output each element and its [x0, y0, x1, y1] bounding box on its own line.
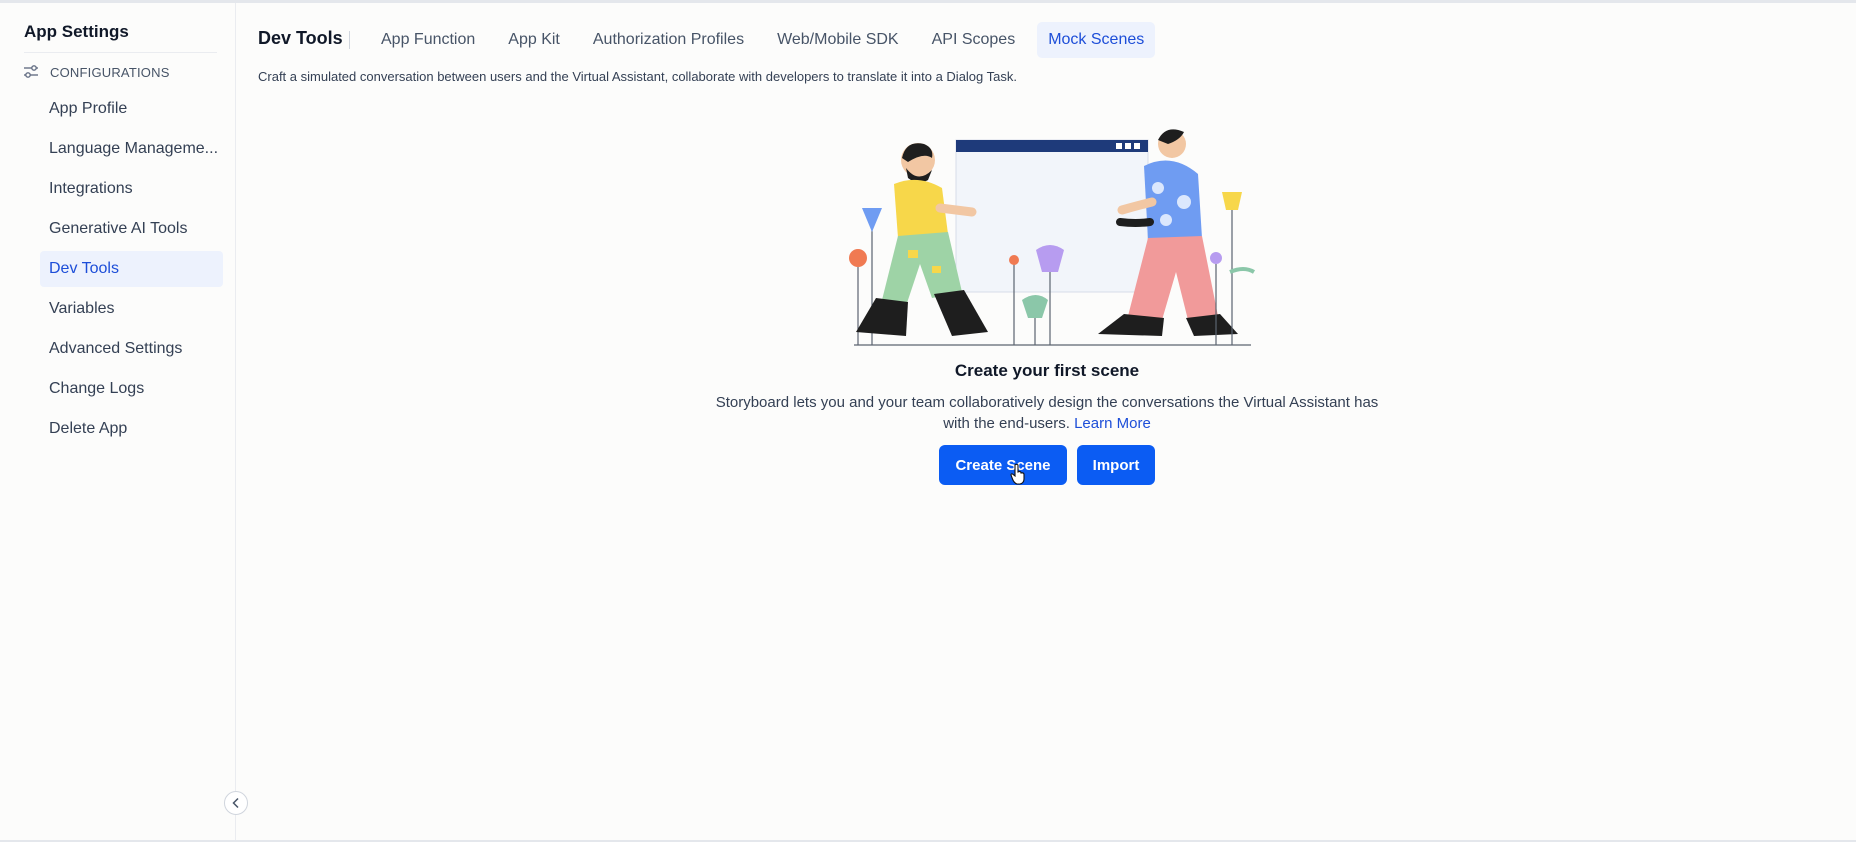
- learn-more-link[interactable]: Learn More: [1074, 415, 1151, 432]
- sidebar-nav: App Profile Language Manageme... Integra…: [40, 91, 223, 451]
- settings-sidebar: App Settings CONFIGURATIONS App Profile …: [0, 3, 236, 840]
- sidebar-item-integrations[interactable]: Integrations: [40, 171, 223, 207]
- hand-pointer-icon: [1010, 463, 1025, 485]
- collaboration-illustration: [849, 129, 1256, 346]
- empty-state-description-text: Storyboard lets you and your team collab…: [715, 394, 1379, 432]
- top-border: [0, 0, 1856, 3]
- sidebar-collapse-button[interactable]: [224, 791, 248, 815]
- sidebar-item-dev-tools[interactable]: Dev Tools: [40, 251, 223, 287]
- tab-web-mobile-sdk[interactable]: Web/Mobile SDK: [766, 22, 910, 58]
- tab-app-kit[interactable]: App Kit: [497, 22, 571, 58]
- sidebar-item-variables[interactable]: Variables: [40, 291, 223, 327]
- sidebar-item-app-profile[interactable]: App Profile: [40, 91, 223, 127]
- sidebar-item-language-management[interactable]: Language Manageme...: [40, 131, 223, 167]
- sidebar-title: App Settings: [24, 22, 129, 41]
- sidebar-item-delete-app[interactable]: Delete App: [40, 411, 223, 447]
- import-button[interactable]: Import: [1077, 445, 1155, 485]
- dev-tools-tabs: App Function App Kit Authorization Profi…: [370, 22, 1166, 58]
- sidebar-divider: [24, 52, 217, 53]
- page-description: Craft a simulated conversation between u…: [258, 69, 1017, 84]
- tab-app-function[interactable]: App Function: [370, 22, 486, 58]
- sliders-icon: [24, 65, 38, 78]
- tab-mock-scenes[interactable]: Mock Scenes: [1037, 22, 1156, 58]
- tab-api-scopes[interactable]: API Scopes: [921, 22, 1027, 58]
- create-scene-button[interactable]: Create Scene: [939, 445, 1067, 485]
- chevron-left-icon: [232, 797, 239, 809]
- empty-state-actions: Create Scene Import: [939, 445, 1155, 485]
- page-title: Dev Tools: [258, 28, 343, 48]
- tab-authorization-profiles[interactable]: Authorization Profiles: [582, 22, 755, 58]
- empty-state-title: Create your first scene: [954, 361, 1140, 380]
- sidebar-item-generative-ai-tools[interactable]: Generative AI Tools: [40, 211, 223, 247]
- section-label: CONFIGURATIONS: [50, 64, 170, 80]
- title-divider: [349, 31, 350, 49]
- sidebar-section-configurations: CONFIGURATIONS: [22, 61, 170, 83]
- empty-state-description: Storyboard lets you and your team collab…: [706, 392, 1388, 434]
